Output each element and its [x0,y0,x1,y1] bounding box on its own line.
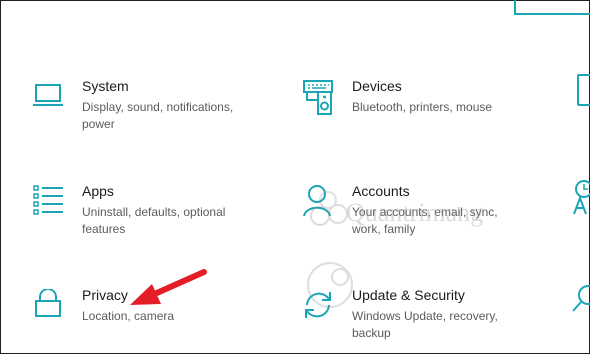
tile-description: Uninstall, defaults, optional features [82,205,226,236]
time-language-icon[interactable] [570,180,590,216]
search-box-edge[interactable] [514,0,590,15]
tile-title: Privacy [82,287,128,303]
tile-title: Devices [352,78,402,94]
annotation-arrow-icon [130,269,207,305]
tile-title: Update & Security [352,287,465,303]
laptop-icon [33,84,63,106]
tile-title: Apps [82,183,114,199]
lock-icon [35,289,61,317]
tile-title: System [82,78,129,94]
tile-title: Accounts [352,183,410,199]
search-magnifier-icon[interactable] [570,284,590,320]
tile-description: Bluetooth, printers, mouse [352,100,493,114]
keyboard-speaker-icon [303,80,333,115]
tile-description: Your accounts, email, sync, work, family [352,205,498,236]
apps-list-icon [33,185,63,215]
tile-description: Windows Update, recovery, backup [352,309,498,340]
phone-icon[interactable] [576,74,590,106]
tile-description: Display, sound, notifications, power [82,100,234,131]
refresh-icon [305,292,331,318]
person-icon [303,185,331,217]
